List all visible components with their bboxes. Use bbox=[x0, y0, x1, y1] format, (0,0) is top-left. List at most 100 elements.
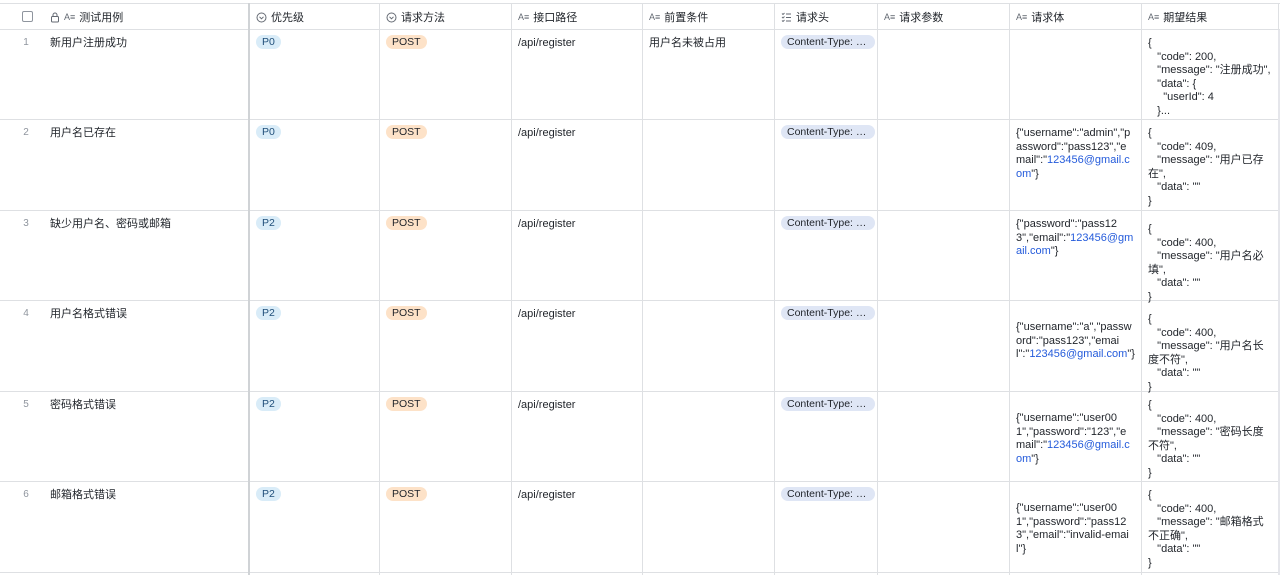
priority-cell[interactable]: P0 bbox=[250, 120, 379, 140]
precondition-cell[interactable] bbox=[643, 120, 774, 127]
text-field-icon: A≡ bbox=[64, 12, 76, 22]
column-label: 优先级 bbox=[271, 12, 304, 24]
case-cell[interactable]: 新用户注册成功 bbox=[44, 30, 248, 51]
column-header-path[interactable]: A≡ 接口路径 bbox=[512, 4, 642, 30]
expected-cell[interactable]: { "code": 400, "message": "用户名必 填", "dat… bbox=[1142, 211, 1278, 304]
path-text: /api/register bbox=[518, 127, 576, 139]
text-field-icon: A≡ bbox=[1016, 12, 1028, 22]
row-number: 6 bbox=[23, 489, 29, 500]
method-tag: POST bbox=[386, 216, 427, 230]
expected-text: { "code": 400, "message": "用户名长 度不符", "d… bbox=[1148, 313, 1264, 393]
expected-cell[interactable]: { "code": 409, "message": "用户已存 在", "dat… bbox=[1142, 120, 1278, 208]
priority-cell[interactable]: P0 bbox=[250, 30, 379, 50]
params-cell[interactable] bbox=[878, 120, 1009, 127]
path-cell[interactable]: /api/register bbox=[512, 30, 642, 51]
column-header-params[interactable]: A≡ 请求参数 bbox=[878, 4, 1009, 30]
expected-text: { "code": 200, "message": "注册成功", "data"… bbox=[1148, 37, 1271, 117]
header-tag: Content-Type: a... bbox=[781, 35, 875, 49]
priority-cell[interactable]: P2 bbox=[250, 392, 379, 412]
case-name: 用户名格式错误 bbox=[50, 308, 127, 320]
priority-tag: P0 bbox=[256, 35, 281, 49]
method-cell[interactable]: POST bbox=[380, 392, 511, 412]
method-cell[interactable]: POST bbox=[380, 30, 511, 50]
column-header-body[interactable]: A≡ 请求体 bbox=[1010, 4, 1141, 30]
params-cell[interactable] bbox=[878, 211, 1009, 218]
column-header-case[interactable]: A≡ 测试用例 bbox=[44, 4, 248, 30]
table-row[interactable]: 3 缺少用户名、密码或邮箱 P2 POST /api/register Cont… bbox=[0, 211, 1280, 304]
method-tag: POST bbox=[386, 35, 427, 49]
path-text: /api/register bbox=[518, 37, 576, 49]
path-text: /api/register bbox=[518, 399, 576, 411]
column-header-precondition[interactable]: A≡ 前置条件 bbox=[643, 4, 774, 30]
headers-cell[interactable]: Content-Type: a... bbox=[775, 30, 877, 54]
body-text-end: "} bbox=[1127, 348, 1135, 360]
header-tag: Content-Type: a... bbox=[781, 487, 875, 501]
method-cell[interactable]: POST bbox=[380, 301, 511, 321]
table-row[interactable]: 4 用户名格式错误 P2 POST /api/register Content-… bbox=[0, 301, 1280, 394]
body-cell[interactable] bbox=[1010, 30, 1141, 37]
path-cell[interactable]: /api/register bbox=[512, 301, 642, 322]
expected-cell[interactable]: { "code": 400, "message": "用户名长 度不符", "d… bbox=[1142, 301, 1278, 394]
case-cell[interactable]: 缺少用户名、密码或邮箱 bbox=[44, 211, 248, 232]
body-cell[interactable]: {"username":"admin","password":"pass123"… bbox=[1010, 120, 1141, 181]
email-link[interactable]: 123456@gmail.com bbox=[1029, 348, 1127, 360]
body-cell[interactable]: {"password":"pass123","email":"123456@gm… bbox=[1010, 211, 1141, 259]
precondition-text: 用户名未被占用 bbox=[649, 37, 726, 49]
body-cell[interactable]: {"username":"a","password":"pass123","em… bbox=[1010, 301, 1141, 362]
params-cell[interactable] bbox=[878, 392, 1009, 399]
priority-cell[interactable]: P2 bbox=[250, 482, 379, 502]
priority-cell[interactable]: P2 bbox=[250, 211, 379, 231]
column-header-method[interactable]: 请求方法 bbox=[380, 4, 511, 30]
method-cell[interactable]: POST bbox=[380, 120, 511, 140]
expected-text: { "code": 400, "message": "密码长度 不符", "da… bbox=[1148, 399, 1264, 479]
headers-cell[interactable]: Content-Type: a... bbox=[775, 120, 877, 144]
params-cell[interactable] bbox=[878, 301, 1009, 308]
table-row[interactable]: 2 用户名已存在 P0 POST /api/register Content-T… bbox=[0, 120, 1280, 211]
precondition-cell[interactable] bbox=[643, 211, 774, 218]
params-cell[interactable] bbox=[878, 30, 1009, 37]
body-cell[interactable]: {"username":"user001","password":"pass12… bbox=[1010, 482, 1141, 556]
precondition-cell[interactable] bbox=[643, 392, 774, 399]
expected-cell[interactable]: { "code": 400, "message": "邮箱格式 不正确", "d… bbox=[1142, 482, 1278, 570]
body-cell[interactable]: {"username":"user001","password":"123","… bbox=[1010, 392, 1141, 466]
path-cell[interactable]: /api/register bbox=[512, 482, 642, 503]
headers-cell[interactable]: Content-Type: a... bbox=[775, 482, 877, 506]
column-label: 期望结果 bbox=[1163, 12, 1208, 24]
params-cell[interactable] bbox=[878, 482, 1009, 489]
column-label: 请求方法 bbox=[401, 12, 445, 24]
column-header-expected[interactable]: A≡ 期望结果 bbox=[1142, 4, 1278, 30]
headers-cell[interactable]: Content-Type: a... bbox=[775, 301, 877, 325]
case-cell[interactable]: 邮箱格式错误 bbox=[44, 482, 248, 503]
method-cell[interactable]: POST bbox=[380, 482, 511, 502]
path-cell[interactable]: /api/register bbox=[512, 392, 642, 413]
precondition-cell[interactable] bbox=[643, 482, 774, 489]
table-row[interactable]: 1 新用户注册成功 P0 POST /api/register 用户名未被占用 … bbox=[0, 30, 1280, 120]
multi-select-icon bbox=[781, 12, 792, 22]
header-tag: Content-Type: a... bbox=[781, 397, 875, 411]
headers-cell[interactable]: Content-Type: a... bbox=[775, 392, 877, 416]
path-text: /api/register bbox=[518, 308, 576, 320]
method-cell[interactable]: POST bbox=[380, 211, 511, 231]
priority-cell[interactable]: P2 bbox=[250, 301, 379, 321]
path-cell[interactable]: /api/register bbox=[512, 120, 642, 141]
select-all-checkbox[interactable] bbox=[22, 11, 33, 22]
text-field-icon: A≡ bbox=[1148, 12, 1160, 22]
table-row[interactable]: 5 密码格式错误 P2 POST /api/register Content-T… bbox=[0, 392, 1280, 482]
case-cell[interactable]: 用户名格式错误 bbox=[44, 301, 248, 322]
priority-tag: P2 bbox=[256, 306, 281, 320]
column-label: 接口路径 bbox=[533, 12, 578, 24]
column-header-headers[interactable]: 请求头 bbox=[775, 4, 877, 30]
data-table: A≡ 测试用例 优先级 请求方法 A≡ 接口路径 A≡ 前置条件 请求头 A≡ … bbox=[0, 0, 1280, 575]
precondition-cell[interactable] bbox=[643, 301, 774, 308]
column-header-priority[interactable]: 优先级 bbox=[250, 4, 379, 30]
case-cell[interactable]: 用户名已存在 bbox=[44, 120, 248, 141]
precondition-cell[interactable]: 用户名未被占用 bbox=[643, 30, 774, 51]
table-row[interactable]: 6 邮箱格式错误 P2 POST /api/register Content-T… bbox=[0, 482, 1280, 573]
case-cell[interactable]: 密码格式错误 bbox=[44, 392, 248, 413]
expected-cell[interactable]: { "code": 200, "message": "注册成功", "data"… bbox=[1142, 30, 1278, 118]
headers-cell[interactable]: Content-Type: a... bbox=[775, 211, 877, 235]
single-select-icon bbox=[386, 12, 397, 23]
method-tag: POST bbox=[386, 397, 427, 411]
expected-cell[interactable]: { "code": 400, "message": "密码长度 不符", "da… bbox=[1142, 392, 1278, 480]
path-cell[interactable]: /api/register bbox=[512, 211, 642, 232]
